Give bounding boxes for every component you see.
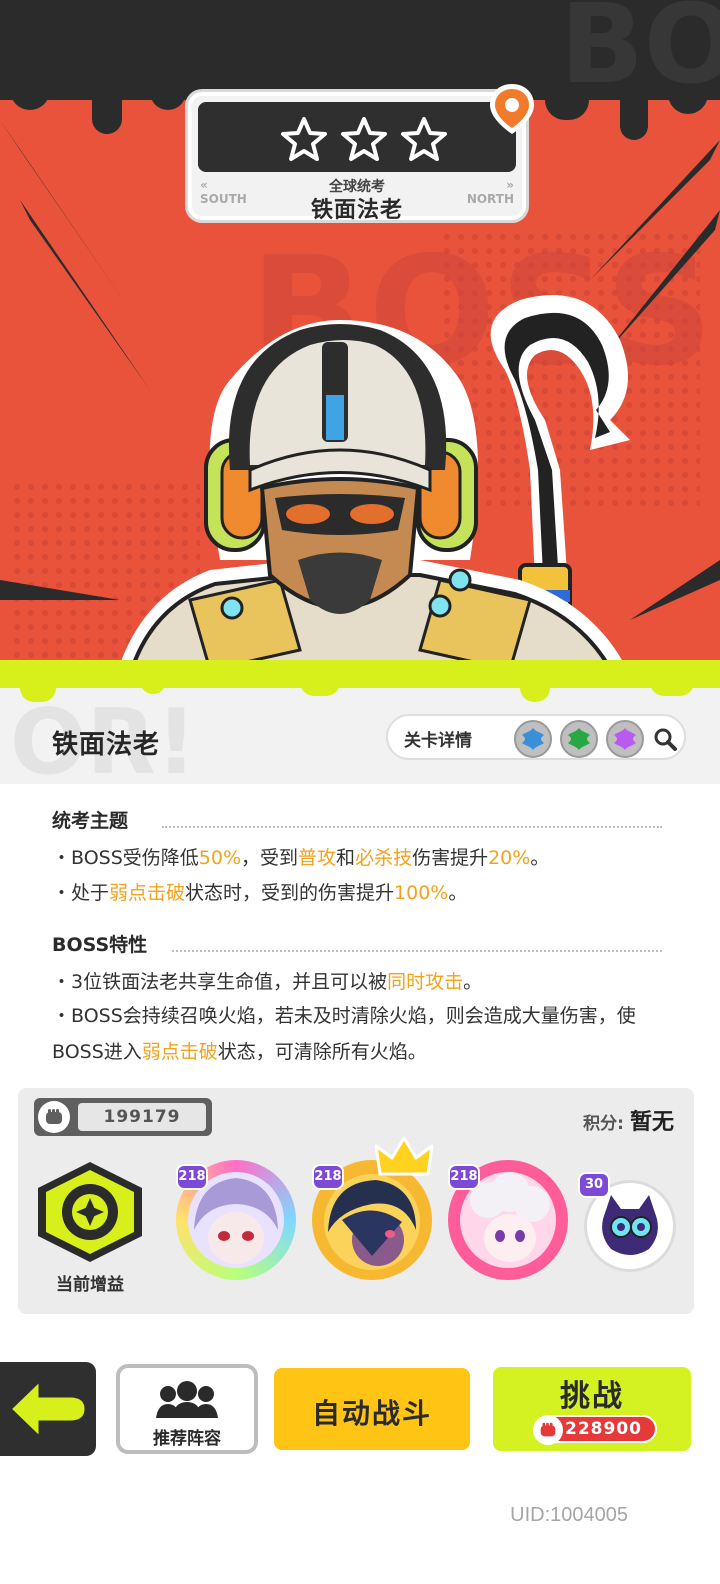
team-icon [156,1381,218,1418]
text-span: 。 [530,847,550,869]
stage-details-label: 关卡详情 [404,731,472,751]
text-span: ・BOSS受伤降低 [52,847,199,869]
recommended-lineup-button[interactable]: 推荐阵容 [116,1364,258,1454]
highlight-text: 普攻 [298,847,337,869]
score-value: 暂无 [629,1110,674,1135]
member-level-badge: 218 [312,1164,344,1190]
arrow-left-icon [7,1376,88,1442]
auto-battle-label: 自动战斗 [311,1397,432,1430]
highlight-text: 同时攻击 [387,971,464,993]
member-level-badge: 218 [176,1164,208,1190]
star-icon [400,116,448,162]
user-id: UID:1004005 [510,1504,628,1526]
highlight-text: 弱点击破 [141,1041,218,1063]
theme-line-1: ・BOSS受伤降低50%，受到普攻和必杀技伤害提升20%。 [52,840,672,876]
section-divider [162,826,662,828]
current-buff-label: 当前增益 [56,1275,124,1295]
current-buff-button[interactable] [30,1160,150,1264]
text-span: ・3位铁面法老共享生命值，并且可以被 [52,971,388,993]
star-icon [340,116,388,162]
theme-line-2: ・处于弱点击破状态时，受到的伤害提升100%。 [52,875,672,911]
purple-element-icon [606,720,644,758]
highlight-text: 20% [488,847,531,869]
magnifier-icon [646,720,684,758]
blue-element-icon [514,720,552,758]
challenge-face: 挑战 228900 [493,1367,691,1451]
team-power-value: 199179 [78,1103,206,1131]
highlight-text: 必杀技 [355,847,413,869]
team-power: 199179 [34,1098,212,1136]
paint-drip [650,676,694,696]
challenge-button[interactable]: 挑战 228900 [488,1362,696,1456]
stage-details-button[interactable]: 关卡详情 [386,714,686,760]
fist-icon [38,1101,70,1133]
highlight-text: 100% [394,882,449,904]
text-span: 。 [463,971,483,993]
paint-drip [520,676,550,702]
text-span: 。 [448,882,468,904]
paint-drip [300,676,340,696]
text-span: 伤害提升 [412,847,489,869]
auto-battle-face: 自动战斗 [274,1368,470,1450]
challenge-cost-value: 228900 [565,1419,642,1439]
text-span: ，受到 [241,847,299,869]
section-divider [172,950,662,952]
paint-drip [20,676,56,702]
text-span: 状态时，受到的伤害提升 [185,882,395,904]
traits-line-1: ・3位铁面法老共享生命值，并且可以被同时攻击。 [52,964,672,1000]
section-title-theme: 统考主题 [52,810,129,832]
recommended-lineup-label: 推荐阵容 [153,1429,221,1449]
score: 积分: 暂无 [583,1104,674,1136]
highlight-text: 50% [198,847,242,869]
member-level-badge: 30 [578,1172,610,1198]
boss-hero: BOSS BOSS [0,0,720,700]
challenge-label: 挑战 [560,1379,624,1414]
green-element-icon [560,720,598,758]
location-pin-icon[interactable] [484,80,540,136]
back-button-face [0,1362,96,1456]
highlight-text: 弱点击破 [109,882,186,904]
boss-name: 铁面法老 [52,730,161,760]
fist-icon [533,1415,563,1445]
challenge-cost: 228900 [533,1415,657,1445]
text-span: 和 [336,847,356,869]
text-span: 状态，可清除所有火焰。 [217,1041,427,1063]
lime-paint-bar [0,660,720,688]
member-level-badge: 218 [448,1164,480,1190]
banner-title: 铁面法老 [310,198,403,223]
section-title-traits: BOSS特性 [52,934,148,956]
score-label: 积分: [583,1114,624,1134]
traits-line-2: ・BOSS会持续召唤火焰，若未及时清除火焰，则会造成大量伤害，使BOSS进入弱点… [52,998,672,1070]
stars-panel [198,102,516,172]
text-span: ・处于 [52,882,110,904]
exam-banner: « SOUTH » NORTH 全球统考 铁面法老 [188,92,526,223]
star-icon [280,116,328,162]
back-button[interactable]: BACK [0,1356,104,1462]
back-label: BACK [46,1420,86,1435]
auto-battle-button[interactable]: 自动战斗 [270,1364,474,1454]
crown-icon [374,1136,434,1176]
